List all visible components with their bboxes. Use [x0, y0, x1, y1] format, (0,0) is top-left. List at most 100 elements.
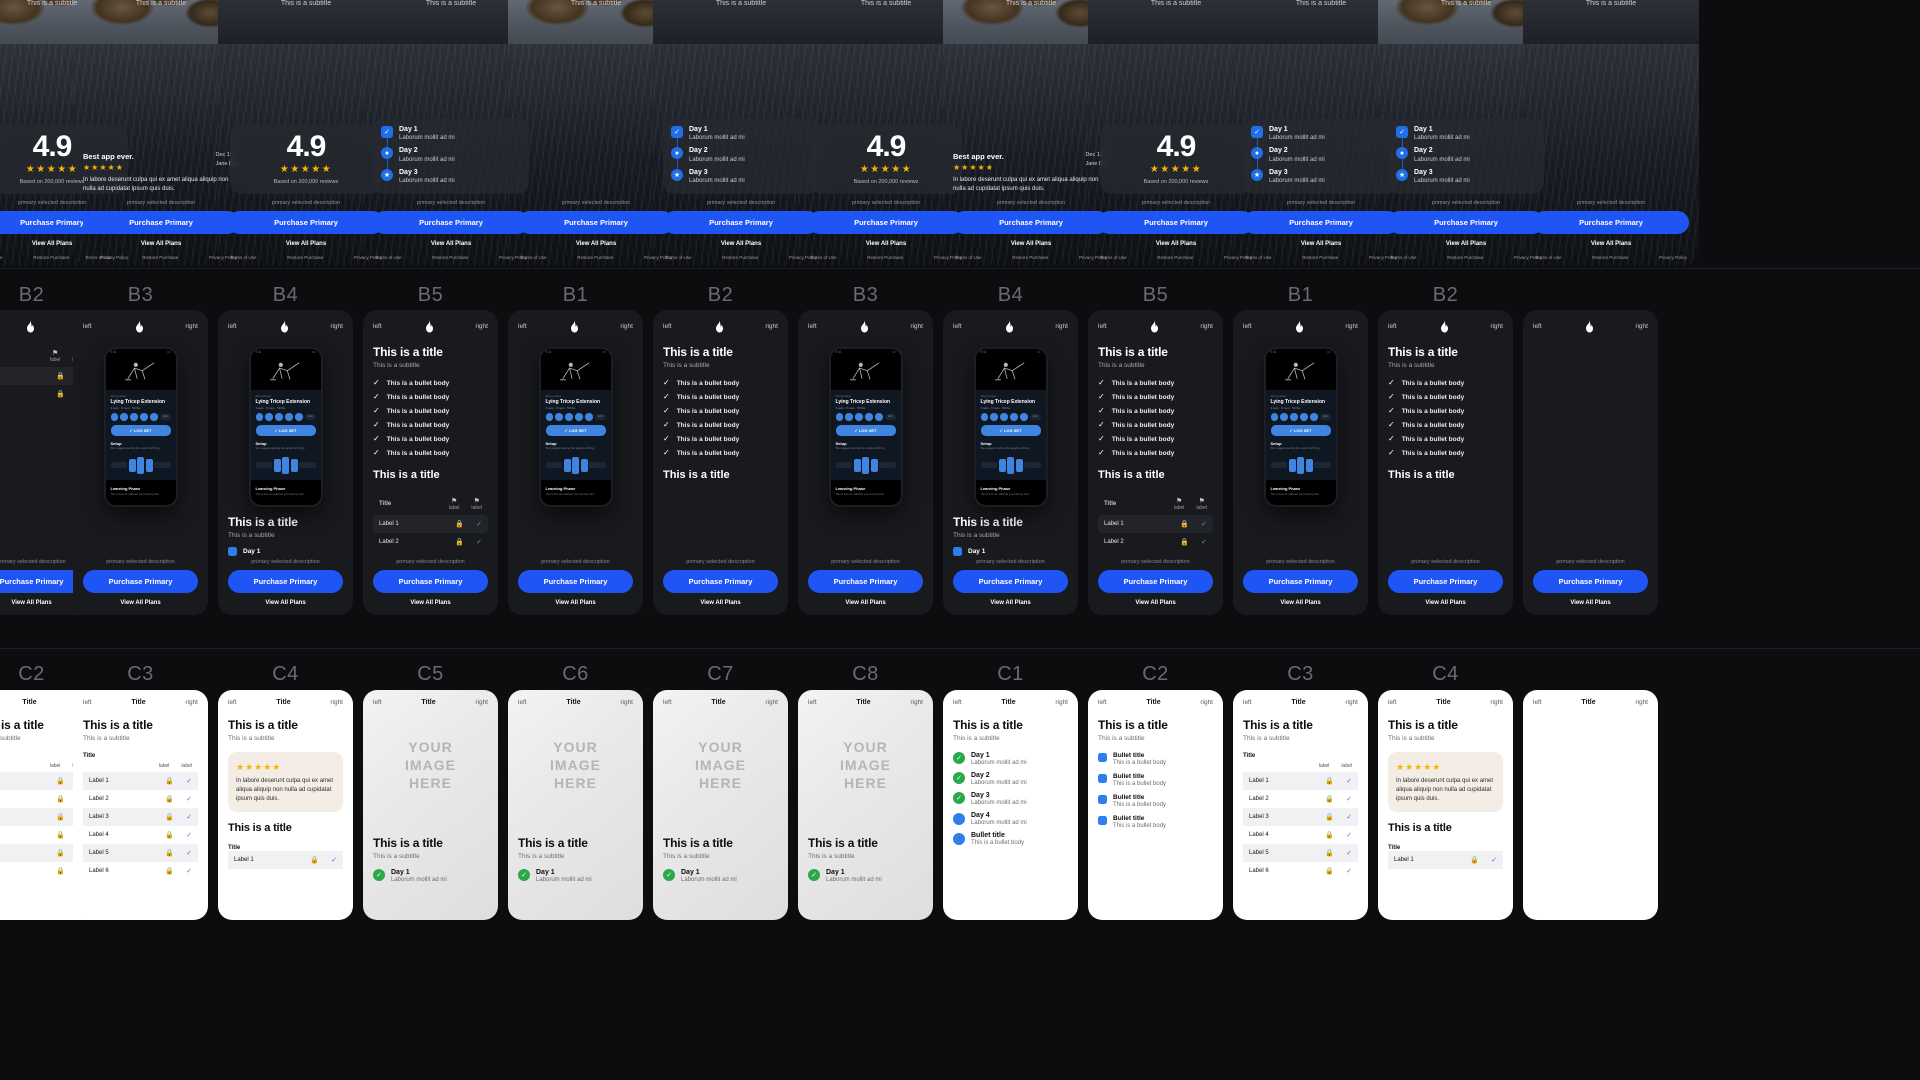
nav-left-label[interactable]: left — [1243, 323, 1252, 330]
legal-link[interactable]: Restore Purchase — [1157, 255, 1193, 260]
component-card[interactable]: left right 9:41 ••• All exercises Lying … — [1233, 310, 1368, 615]
component-card[interactable]: left Title right This is a title This is… — [218, 690, 353, 920]
view-all-plans-link[interactable]: View All Plans — [83, 241, 239, 247]
nav-left-label[interactable]: left — [1533, 699, 1542, 706]
purchase-primary-button[interactable]: Purchase Primary — [808, 211, 964, 234]
legal-link[interactable]: Terms of Use — [665, 255, 692, 260]
log-set-button[interactable]: ✓ LOG SET — [255, 424, 316, 436]
paywall-card[interactable]: This is a title This is a subtitle prima… — [1523, 0, 1699, 266]
view-all-plans-link[interactable]: View All Plans — [228, 600, 343, 606]
set-dot[interactable] — [1290, 413, 1298, 421]
view-all-plans-link[interactable]: View All Plans — [1098, 600, 1213, 606]
set-dot[interactable] — [255, 413, 263, 421]
nav-left-label[interactable]: left — [83, 699, 92, 706]
purchase-primary-button[interactable]: Purchase Primary — [953, 211, 1109, 234]
nav-right-label[interactable]: right — [1200, 323, 1213, 330]
nav-right-label[interactable]: right — [1345, 323, 1358, 330]
purchase-primary-button[interactable]: Purchase Primary — [663, 211, 819, 234]
set-dots[interactable]: Edit — [110, 413, 171, 421]
nav-right-label[interactable]: right — [1635, 699, 1648, 706]
legal-link[interactable]: Restore Purchase — [722, 255, 758, 260]
nav-left-label[interactable]: left — [228, 699, 237, 706]
set-dot[interactable] — [865, 413, 873, 421]
legal-link[interactable]: Terms of Use — [955, 255, 982, 260]
legal-link[interactable]: Restore Purchase — [287, 255, 323, 260]
view-all-plans-link[interactable]: View All Plans — [83, 600, 198, 606]
legal-link[interactable]: Privacy Policy — [1659, 255, 1687, 260]
legal-link[interactable]: Terms of Use — [520, 255, 547, 260]
component-card[interactable]: left Title right This is a title This is… — [73, 690, 208, 920]
component-card[interactable]: left right 9:41 ••• All exercises Lying … — [798, 310, 933, 615]
view-all-plans-link[interactable]: View All Plans — [953, 241, 1109, 247]
view-all-plans-link[interactable]: View All Plans — [373, 241, 529, 247]
set-dot[interactable] — [265, 413, 273, 421]
nav-right-label[interactable]: right — [330, 323, 343, 330]
view-all-plans-link[interactable]: View All Plans — [663, 600, 778, 606]
set-dot[interactable] — [1300, 413, 1308, 421]
legal-link[interactable]: Restore Purchase — [1592, 255, 1628, 260]
nav-left-label[interactable]: left — [1533, 323, 1542, 330]
legal-link[interactable]: Terms of Use — [85, 255, 112, 260]
set-dot[interactable] — [1270, 413, 1278, 421]
view-all-plans-link[interactable]: View All Plans — [1533, 241, 1689, 247]
purchase-primary-button[interactable]: Purchase Primary — [228, 211, 384, 234]
nav-right-label[interactable]: right — [620, 323, 633, 330]
purchase-primary-button[interactable]: Purchase Primary — [663, 570, 778, 593]
legal-link[interactable]: Restore Purchase — [1447, 255, 1483, 260]
set-dot[interactable] — [120, 413, 128, 421]
component-card[interactable]: left Title right This is a title This is… — [1233, 690, 1368, 920]
nav-left-label[interactable]: left — [953, 323, 962, 330]
set-dot[interactable] — [295, 413, 303, 421]
set-dots[interactable]: Edit — [1270, 413, 1331, 421]
component-card[interactable]: left right primary selected description … — [1523, 310, 1658, 615]
nav-right-label[interactable]: right — [1055, 699, 1068, 706]
nav-left-label[interactable]: left — [1098, 323, 1107, 330]
edit-pill[interactable]: Edit — [885, 413, 896, 420]
component-card[interactable]: left right 9:41 ••• All exercises Lying … — [73, 310, 208, 615]
component-card[interactable]: left Title right YOUR IMAGE HERE This is… — [798, 690, 933, 920]
purchase-primary-button[interactable]: Purchase Primary — [1098, 570, 1213, 593]
nav-left-label[interactable]: left — [1098, 699, 1107, 706]
set-dot[interactable] — [855, 413, 863, 421]
purchase-primary-button[interactable]: Purchase Primary — [1243, 570, 1358, 593]
nav-right-label[interactable]: right — [765, 699, 778, 706]
legal-link[interactable]: Restore Purchase — [432, 255, 468, 260]
nav-left-label[interactable]: left — [518, 699, 527, 706]
component-card[interactable]: left right This is a title This is a sub… — [363, 310, 498, 615]
purchase-primary-button[interactable]: Purchase Primary — [1243, 211, 1399, 234]
set-dots[interactable]: Edit — [835, 413, 896, 421]
view-all-plans-link[interactable]: View All Plans — [1243, 600, 1358, 606]
set-dot[interactable] — [130, 413, 138, 421]
purchase-primary-button[interactable]: Purchase Primary — [1533, 211, 1689, 234]
weight-slider[interactable] — [110, 455, 171, 475]
component-card[interactable]: left Title right — [1523, 690, 1658, 920]
legal-link[interactable]: Terms of Use — [1390, 255, 1417, 260]
set-dot[interactable] — [980, 413, 988, 421]
view-all-plans-link[interactable]: View All Plans — [1388, 241, 1544, 247]
purchase-primary-button[interactable]: Purchase Primary — [808, 570, 923, 593]
log-set-button[interactable]: ✓ LOG SET — [1270, 424, 1331, 436]
legal-link[interactable]: Terms of Use — [0, 255, 3, 260]
edit-pill[interactable]: Edit — [305, 413, 316, 420]
set-dots[interactable]: Edit — [545, 413, 606, 421]
nav-left-label[interactable]: left — [373, 699, 382, 706]
nav-right-label[interactable]: right — [910, 699, 923, 706]
nav-right-label[interactable]: right — [1490, 323, 1503, 330]
purchase-primary-button[interactable]: Purchase Primary — [518, 570, 633, 593]
component-card[interactable]: left Title right This is a title This is… — [1378, 690, 1513, 920]
set-dot[interactable] — [545, 413, 553, 421]
legal-link[interactable]: Restore Purchase — [1302, 255, 1338, 260]
set-dot[interactable] — [1010, 413, 1018, 421]
view-all-plans-link[interactable]: View All Plans — [1533, 600, 1648, 606]
nav-right-label[interactable]: right — [1055, 323, 1068, 330]
legal-link[interactable]: Restore Purchase — [867, 255, 903, 260]
purchase-primary-button[interactable]: Purchase Primary — [373, 570, 488, 593]
nav-left-label[interactable]: left — [228, 323, 237, 330]
legal-link[interactable]: Restore Purchase — [577, 255, 613, 260]
legal-link[interactable]: Terms of Use — [810, 255, 837, 260]
purchase-primary-button[interactable]: Purchase Primary — [953, 570, 1068, 593]
component-card[interactable]: left Title right This is a title This is… — [1088, 690, 1223, 920]
nav-right-label[interactable]: right — [1490, 699, 1503, 706]
set-dot[interactable] — [110, 413, 118, 421]
set-dot[interactable] — [555, 413, 563, 421]
